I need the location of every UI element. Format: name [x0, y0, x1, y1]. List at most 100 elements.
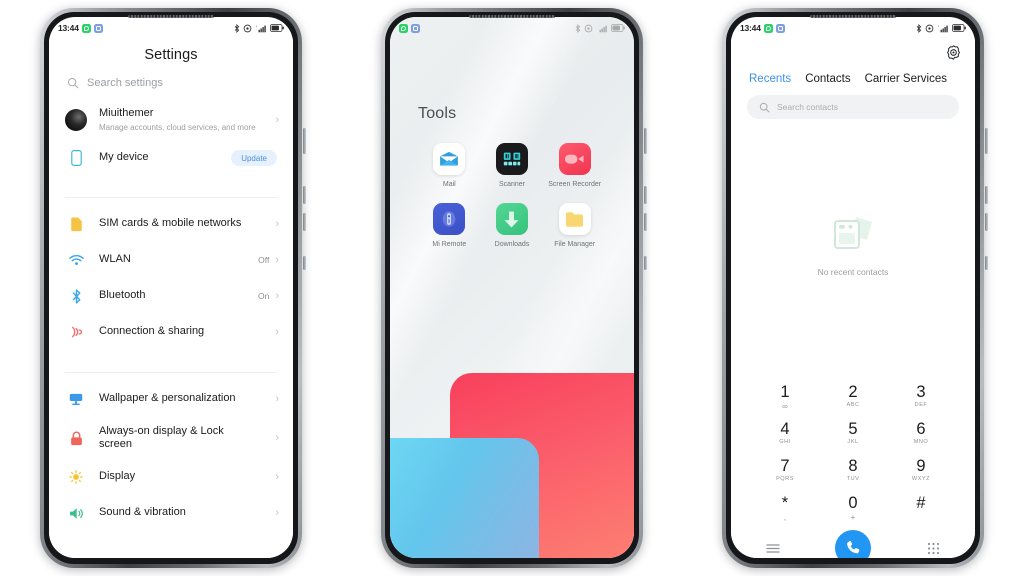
- phone3-bezel: 13:44 ¹ Recents Contacts Carrier Service…: [726, 12, 980, 564]
- bluetooth-icon: [916, 23, 921, 33]
- chevron-right-icon: ›: [275, 506, 279, 519]
- key-9[interactable]: 9 WXYZ: [887, 452, 955, 489]
- settings-row-sound[interactable]: Sound & vibration ›: [49, 495, 293, 531]
- call-button[interactable]: [835, 530, 871, 558]
- status-bar-right: [575, 23, 626, 33]
- brightness-icon: [65, 470, 87, 484]
- app-label: Mail: [442, 181, 456, 188]
- key-7[interactable]: 7 PQRS: [751, 452, 819, 489]
- keypad-grid-icon[interactable]: [925, 540, 941, 556]
- phone-device-dialer: 13:44 ¹ Recents Contacts Carrier Service…: [722, 8, 988, 568]
- key-2[interactable]: 2 ABC: [819, 378, 887, 415]
- settings-row-bluetooth[interactable]: Bluetooth On ›: [49, 278, 293, 314]
- empty-state: No recent contacts: [731, 119, 975, 376]
- settings-row-lock-screen[interactable]: Always-on display & Lock screen ›: [49, 417, 293, 459]
- key-sublabel: DEF: [914, 402, 928, 408]
- settings-row-my-device[interactable]: My device Update: [49, 141, 293, 175]
- key-hash[interactable]: #: [887, 489, 955, 526]
- key-number: 9: [916, 457, 926, 475]
- phone2-screen: Tools Mail Scanner Screen Recorder Mi Re…: [390, 17, 634, 558]
- row-label: WLAN: [99, 253, 131, 266]
- chevron-right-icon: ›: [275, 325, 279, 338]
- row-text: Connection & sharing: [87, 325, 269, 339]
- key-sublabel: TUV: [846, 476, 860, 482]
- app-file-manager[interactable]: File Manager: [543, 203, 606, 249]
- app-mi-remote[interactable]: Mi Remote: [418, 203, 481, 249]
- phone-call-icon: [847, 540, 860, 554]
- chevron-right-icon: ›: [275, 253, 279, 266]
- gear-icon[interactable]: [946, 45, 961, 65]
- status-bar: 13:44 ¹: [731, 17, 975, 37]
- settings-row-wallpaper[interactable]: Wallpaper & personalization ›: [49, 381, 293, 417]
- tab-contacts[interactable]: Contacts: [805, 73, 850, 85]
- account-text: Miuithemer Manage accounts, cloud servic…: [87, 107, 275, 133]
- whatsapp-icon: [399, 23, 408, 33]
- key-number: 7: [780, 457, 790, 475]
- menu-lines-icon[interactable]: [765, 540, 781, 556]
- settings-list[interactable]: Miuithemer Manage accounts, cloud servic…: [49, 99, 293, 558]
- row-value: Off: [258, 255, 270, 265]
- key-3[interactable]: 3 DEF: [887, 378, 955, 415]
- status-bar-left: 13:44: [740, 23, 785, 33]
- settings-row-account[interactable]: Miuithemer Manage accounts, cloud servic…: [49, 99, 293, 141]
- search-icon: [759, 102, 770, 112]
- row-text: Always-on display & Lock screen: [87, 425, 275, 452]
- folder-title[interactable]: Tools: [418, 105, 606, 123]
- mail-icon: [433, 143, 466, 175]
- settings-row-connection-sharing[interactable]: Connection & sharing ›: [49, 314, 293, 350]
- settings-row-sim-cards[interactable]: SIM cards & mobile networks ›: [49, 206, 293, 242]
- status-bar-left: 13:44: [58, 23, 103, 33]
- key-4[interactable]: 4 GHI: [751, 415, 819, 452]
- chevron-right-icon: ›: [275, 289, 279, 302]
- row-label: Bluetooth: [99, 289, 146, 302]
- key-sublabel: JKL: [847, 439, 859, 445]
- key-sublabel: ,: [783, 513, 787, 522]
- empty-state-text: No recent contacts: [817, 267, 889, 277]
- svg-text:¹: ¹: [938, 24, 940, 28]
- row-value: On: [257, 291, 270, 301]
- signal-icon: ¹: [256, 24, 266, 32]
- group-separator: [49, 350, 293, 364]
- row-text: Sound & vibration: [87, 506, 275, 520]
- scanner-icon: [495, 143, 528, 175]
- whatsapp-icon: [763, 23, 773, 33]
- settings-row-wlan[interactable]: WLAN Off ›: [49, 242, 293, 278]
- earpiece-speaker: [810, 15, 896, 18]
- tab-carrier-services[interactable]: Carrier Services: [865, 73, 947, 85]
- status-bar: 13:44 ¹: [49, 17, 293, 37]
- app-label: Downloads: [494, 241, 530, 248]
- dialpad-row: *, 0 + #: [751, 489, 955, 526]
- account-name: Miuithemer: [99, 107, 154, 120]
- key-8[interactable]: 8 TUV: [819, 452, 887, 489]
- signal-icon: [599, 25, 607, 32]
- key-1[interactable]: 1 ∞: [751, 378, 819, 415]
- app-downloads[interactable]: Downloads: [481, 203, 544, 249]
- app-scanner[interactable]: Scanner: [481, 143, 544, 189]
- chevron-right-icon: ›: [275, 470, 279, 483]
- key-number: 1: [780, 383, 790, 401]
- key-0[interactable]: 0 +: [819, 489, 887, 526]
- key-number: 4: [780, 420, 790, 438]
- app-mail[interactable]: Mail: [418, 143, 481, 189]
- row-label: Sound & vibration: [99, 506, 186, 519]
- search-contacts-input[interactable]: Search contacts: [747, 95, 959, 119]
- svg-text:¹: ¹: [256, 24, 258, 28]
- status-bar-left: [399, 23, 420, 33]
- settings-app: Settings Search settings Miuithemer Mana…: [49, 37, 293, 558]
- settings-row-display[interactable]: Display ›: [49, 459, 293, 495]
- row-text: Wallpaper & personalization: [87, 392, 275, 406]
- key-star[interactable]: *,: [751, 489, 819, 526]
- update-badge[interactable]: Update: [231, 150, 277, 166]
- key-sublabel: PQRS: [776, 476, 794, 482]
- search-input[interactable]: Search settings: [49, 66, 293, 99]
- dialer-tabs: Recents Contacts Carrier Services: [731, 65, 975, 85]
- device-text: My device: [87, 151, 231, 165]
- app-screen-recorder[interactable]: Screen Recorder: [543, 143, 606, 189]
- key-6[interactable]: 6 MNO: [887, 415, 955, 452]
- key-5[interactable]: 5 JKL: [819, 415, 887, 452]
- key-sublabel: ABC: [846, 402, 860, 408]
- tab-recents[interactable]: Recents: [749, 73, 791, 85]
- app-label: Mi Remote: [432, 241, 467, 248]
- chevron-right-icon: ›: [275, 431, 279, 444]
- page-title: Settings: [144, 47, 198, 63]
